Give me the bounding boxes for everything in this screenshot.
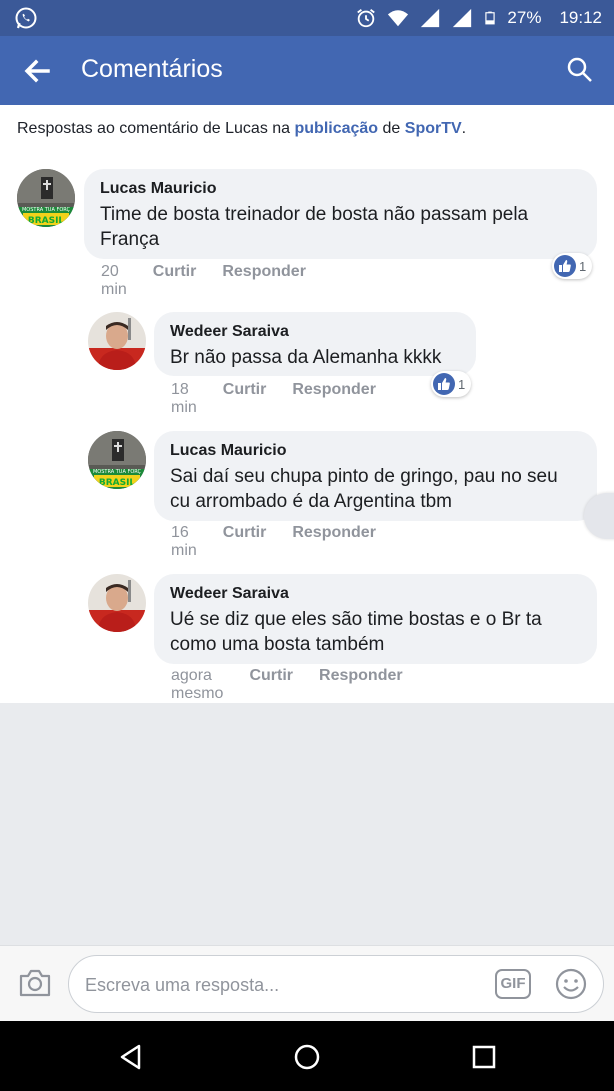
comment-text: Sai daí seu chupa pinto de gringo, pau n… (170, 466, 558, 512)
comment-bubble: Lucas Mauricio Time de bosta treinador d… (84, 169, 597, 259)
comment-text: Br não passa da Alemanha kkkk (170, 347, 442, 368)
back-arrow-icon[interactable] (22, 56, 52, 86)
like-button[interactable]: Curtir (223, 381, 267, 417)
comment-time: agora mesmo (171, 667, 224, 702)
gif-icon[interactable]: GIF (495, 969, 531, 999)
avatar-text-bottom: BRASIL (99, 478, 136, 488)
nav-recents-icon[interactable] (470, 1043, 498, 1071)
signal-icon (453, 8, 472, 28)
reply-button[interactable]: Responder (222, 263, 306, 299)
nav-home-icon[interactable] (293, 1043, 321, 1071)
reaction-count[interactable]: 1 (552, 253, 593, 279)
status-bar: 27% 19:12 (0, 0, 614, 36)
wifi-icon (388, 10, 409, 27)
reaction-count[interactable]: 1 (431, 371, 472, 397)
context-prefix: Respostas ao comentário de Lucas na (17, 120, 295, 137)
avatar[interactable]: MOSTRA TUA FORÇ BRASIL (17, 169, 75, 227)
reply-input[interactable]: Escreva uma resposta... GIF (68, 955, 604, 1013)
like-button[interactable]: Curtir (223, 524, 267, 560)
app-bar: Comentários (0, 36, 614, 105)
comment-text: Time de bosta treinador de bosta não pas… (100, 204, 529, 250)
like-button[interactable]: Curtir (153, 263, 197, 299)
comment-actions: 20 min Curtir Responder (101, 263, 306, 299)
reply-button[interactable]: Responder (292, 524, 376, 560)
reply-context: Respostas ao comentário de Lucas na publ… (17, 120, 466, 138)
avatar-text-top: MOSTRA TUA FORÇ (22, 207, 71, 213)
battery-icon (485, 11, 496, 25)
reply-placeholder: Escreva uma resposta... (85, 975, 280, 995)
comment-actions: 18 min Curtir Responder (171, 381, 376, 417)
context-suffix: . (461, 120, 467, 137)
avatar[interactable] (88, 312, 146, 370)
comment-bubble: Wedeer Saraiva Ué se diz que eles são ti… (154, 574, 597, 664)
comment-author[interactable]: Wedeer Saraiva (170, 322, 460, 342)
avatar[interactable]: MOSTRA TUA FORÇ BRASIL (88, 431, 146, 489)
comment-author[interactable]: Lucas Mauricio (170, 441, 581, 461)
publication-link[interactable]: publicação (295, 120, 379, 137)
comment-bubble: Lucas Mauricio Sai daí seu chupa pinto d… (154, 431, 597, 521)
reply-composer: Escreva uma resposta... GIF (0, 945, 614, 1021)
whatsapp-icon (15, 7, 37, 29)
empty-area (0, 703, 614, 945)
comment-time: 16 min (171, 524, 197, 559)
emoji-icon[interactable] (555, 968, 587, 1000)
camera-icon[interactable] (18, 968, 52, 998)
like-icon (433, 373, 455, 395)
comment-text: Ué se diz que eles são time bostas e o B… (170, 609, 542, 655)
alarm-icon (357, 9, 376, 28)
comment-author[interactable]: Lucas Mauricio (100, 179, 581, 199)
comment-author[interactable]: Wedeer Saraiva (170, 584, 581, 604)
comment-time: 18 min (171, 381, 197, 416)
battery-percent: 27% (507, 8, 542, 27)
reaction-number: 1 (458, 376, 466, 392)
clock: 19:12 (559, 8, 602, 27)
context-middle: de (378, 120, 405, 137)
page-link[interactable]: SporTV (405, 120, 462, 137)
page-title: Comentários (81, 55, 223, 83)
signal-icon (421, 8, 440, 28)
avatar-text-top: MOSTRA TUA FORÇ (93, 469, 142, 475)
reply-button[interactable]: Responder (292, 381, 376, 417)
reply-button[interactable]: Responder (319, 667, 403, 703)
comment-actions: agora mesmo Curtir Responder (171, 667, 403, 703)
system-nav-bar (0, 1021, 614, 1091)
avatar-text-bottom: BRASIL (28, 216, 65, 226)
avatar[interactable] (88, 574, 146, 632)
comment-time: 20 min (101, 263, 127, 298)
comment-actions: 16 min Curtir Responder (171, 524, 376, 560)
like-icon (554, 255, 576, 277)
search-icon[interactable] (566, 56, 594, 84)
nav-back-icon[interactable] (117, 1043, 145, 1071)
reaction-number: 1 (579, 258, 587, 274)
like-button[interactable]: Curtir (249, 667, 293, 703)
comment-bubble: Wedeer Saraiva Br não passa da Alemanha … (154, 312, 476, 376)
